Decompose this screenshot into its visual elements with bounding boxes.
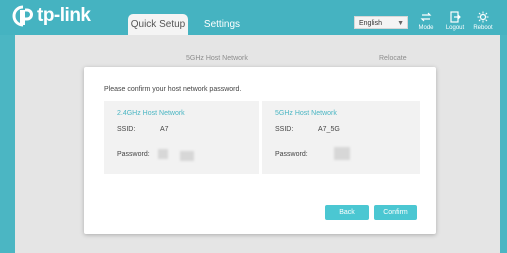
- brand-name: tp-link: [37, 5, 91, 26]
- top-bar: tp-link Quick Setup Settings English ▼ M…: [0, 0, 507, 35]
- language-select[interactable]: English ▼: [354, 16, 408, 29]
- ssid-label-5ghz: SSID:: [275, 126, 294, 133]
- password-value-24ghz-redacted-2: [180, 151, 194, 161]
- logout-label: Logout: [445, 25, 465, 31]
- tp-link-logo-icon: [12, 5, 34, 27]
- tab-settings[interactable]: Settings: [198, 14, 246, 35]
- panel-24ghz: 2.4GHz Host Network SSID: A7 Password:: [104, 101, 259, 174]
- confirm-password-dialog: Please confirm your host network passwor…: [84, 67, 436, 234]
- password-label-24ghz: Password:: [117, 151, 150, 158]
- mode-label: Mode: [418, 25, 434, 31]
- ssid-label-24ghz: SSID:: [117, 126, 136, 133]
- chevron-down-icon: ▼: [397, 20, 404, 27]
- tp-link-logo: tp-link: [12, 5, 91, 27]
- panel-5ghz: 5GHz Host Network SSID: A7_5G Password:: [262, 101, 420, 174]
- ssid-value-5ghz: A7_5G: [318, 126, 340, 133]
- logout-icon: [442, 10, 468, 24]
- language-selected: English: [359, 20, 382, 27]
- panel-5ghz-title: 5GHz Host Network: [275, 110, 337, 117]
- panel-24ghz-title: 2.4GHz Host Network: [117, 110, 185, 117]
- reboot-label: Reboot: [473, 25, 493, 31]
- password-label-5ghz: Password:: [275, 151, 308, 158]
- confirm-button[interactable]: Confirm: [374, 205, 417, 220]
- mode-button[interactable]: Mode: [413, 10, 439, 32]
- tab-quick-setup[interactable]: Quick Setup: [128, 14, 188, 35]
- back-button[interactable]: Back: [325, 205, 369, 220]
- reboot-button[interactable]: Reboot: [470, 10, 496, 32]
- password-value-24ghz-redacted: [158, 149, 168, 159]
- password-value-5ghz-redacted: [334, 147, 350, 160]
- mode-icon: [413, 10, 439, 24]
- background-relocate-label: Relocate: [379, 55, 407, 62]
- ssid-value-24ghz: A7: [160, 126, 169, 133]
- logout-button[interactable]: Logout: [442, 10, 468, 32]
- dialog-prompt: Please confirm your host network passwor…: [104, 86, 242, 93]
- background-5ghz-label: 5GHz Host Network: [186, 55, 248, 62]
- reboot-icon: [470, 10, 496, 24]
